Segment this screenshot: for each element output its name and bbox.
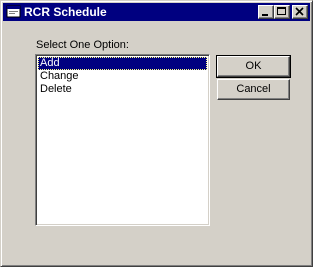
title-bar[interactable]: RCR Schedule [3,3,310,21]
maximize-icon [277,7,286,15]
options-listbox[interactable]: Add Change Delete [35,54,210,226]
rcr-schedule-window: RCR Schedule Select One Option: Add Chan… [0,0,313,267]
list-item-change[interactable]: Change [38,70,207,83]
window-title: RCR Schedule [24,5,107,19]
close-button[interactable] [292,5,308,19]
list-item-add[interactable]: Add [38,57,207,70]
app-window-icon[interactable] [6,4,22,20]
cancel-button[interactable]: Cancel [217,79,290,100]
maximize-button[interactable] [274,5,290,19]
select-option-label: Select One Option: [36,39,129,51]
close-icon [295,7,304,16]
list-item-delete[interactable]: Delete [38,83,207,96]
ok-button[interactable]: OK [216,55,291,78]
minimize-icon [262,14,268,16]
minimize-button[interactable] [258,5,274,19]
